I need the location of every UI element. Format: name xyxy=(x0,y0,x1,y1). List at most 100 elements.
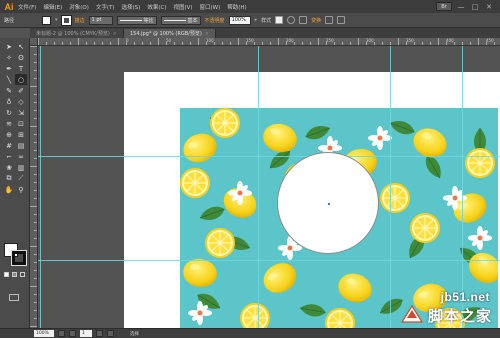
align-icon[interactable] xyxy=(299,16,308,24)
column-graph-icon[interactable]: ▥ xyxy=(15,162,27,173)
fill-dropdown-arrow-icon[interactable]: ▾ xyxy=(55,17,58,23)
menu-effect[interactable]: 效果(C) xyxy=(147,3,166,11)
paintbrush-icon[interactable]: ✎ xyxy=(3,85,15,96)
stroke-label[interactable]: 描边 xyxy=(75,17,85,24)
vertical-guide[interactable] xyxy=(462,46,463,328)
menu-edit[interactable]: 编辑(E) xyxy=(43,3,62,11)
menu-view[interactable]: 视图(V) xyxy=(173,3,192,11)
menu-help[interactable]: 帮助(H) xyxy=(227,3,246,11)
mesh-icon[interactable]: # xyxy=(3,140,15,151)
opacity-field[interactable]: 100% xyxy=(228,15,251,25)
last-artboard-button[interactable] xyxy=(107,330,114,337)
hand-tool-icon[interactable]: ✋ xyxy=(3,184,15,195)
none-mode-icon[interactable] xyxy=(20,272,25,277)
zoom-tool-icon[interactable]: ⚲ xyxy=(15,184,27,195)
artboard-tool-icon[interactable]: ⧉ xyxy=(3,173,15,184)
ruler-tick xyxy=(30,286,37,287)
ruler-tick xyxy=(54,42,55,45)
horizontal-ruler[interactable]: 0 50 100 150 200 250 300 350 400 450 xyxy=(38,38,500,46)
blob-brush-icon[interactable]: ♁ xyxy=(3,96,15,107)
menu-file[interactable]: 文件(F) xyxy=(18,3,36,11)
rotate-icon[interactable]: ↻ xyxy=(3,107,15,118)
ruler-number: 50 xyxy=(166,38,172,43)
lasso-icon[interactable]: ʘ xyxy=(15,52,27,63)
stroke-color-box[interactable] xyxy=(11,250,27,266)
blend-icon[interactable]: ∞ xyxy=(15,151,27,162)
shape-builder-icon[interactable]: ⊕ xyxy=(3,129,15,140)
direct-selection-tool-icon[interactable]: ↖ xyxy=(15,41,27,52)
ruler-tick xyxy=(70,42,71,45)
ruler-number: 150 xyxy=(246,38,254,43)
perspective-grid-icon[interactable]: ⊞ xyxy=(15,129,27,140)
ruler-tick xyxy=(30,326,37,327)
ruler-tick xyxy=(398,38,399,45)
horizontal-guide[interactable] xyxy=(38,156,500,157)
fill-color-swatch[interactable] xyxy=(42,15,52,25)
eraser-icon[interactable]: ◇ xyxy=(15,96,27,107)
bridge-button[interactable]: Br xyxy=(436,2,452,11)
stroke-weight-dropdown[interactable]: 1 pt xyxy=(88,15,113,25)
brush-definition-dropdown[interactable]: 基本 xyxy=(160,15,201,25)
tab-close-icon[interactable]: × xyxy=(205,31,209,37)
zoom-dropdown[interactable]: 100% xyxy=(34,330,54,337)
free-transform-icon[interactable]: ⊡ xyxy=(15,118,27,129)
pencil-icon[interactable]: ✐ xyxy=(15,85,27,96)
isolate-icon[interactable] xyxy=(325,16,334,24)
opacity-label[interactable]: 不透明度 xyxy=(205,17,225,24)
eyedropper-icon[interactable]: ⌐ xyxy=(3,151,15,162)
vertical-guide[interactable] xyxy=(40,46,41,328)
gradient-mode-icon[interactable] xyxy=(12,272,17,277)
tab-untitled-2[interactable]: 未标题-2 @ 100% (CMYK/预览) × xyxy=(30,29,124,38)
ruler-tick xyxy=(30,166,37,167)
ruler-tick xyxy=(34,62,37,63)
menu-type[interactable]: 文字(T) xyxy=(96,3,115,11)
magic-wand-icon[interactable]: ✧ xyxy=(3,52,15,63)
transform-label[interactable]: 变换 xyxy=(311,17,321,24)
artboard-number-field[interactable]: 1 xyxy=(80,330,92,337)
slice-icon[interactable]: ⟋ xyxy=(15,173,27,184)
canvas-area[interactable] xyxy=(38,46,500,328)
ellipse-tool-icon[interactable]: ○ xyxy=(15,74,27,85)
ruler-tick xyxy=(222,42,223,45)
tab-154-jpg[interactable]: 154.jpg* @ 100% (RGB/预览) × xyxy=(123,29,216,38)
menu-select[interactable]: 选择(S) xyxy=(122,3,141,11)
tab-close-icon[interactable]: × xyxy=(113,31,117,37)
gradient-icon[interactable]: ▤ xyxy=(15,140,27,151)
ruler-tick xyxy=(422,42,423,45)
panel-menu-icon[interactable] xyxy=(337,16,346,24)
selection-tool-icon[interactable]: ➤ xyxy=(3,41,15,52)
first-artboard-button[interactable] xyxy=(58,330,65,337)
width-tool-icon[interactable]: ≋ xyxy=(3,118,15,129)
vertical-ruler[interactable] xyxy=(30,46,38,328)
minimize-button[interactable]: — xyxy=(456,3,466,11)
type-tool-icon[interactable]: T xyxy=(15,63,27,74)
ruler-origin[interactable] xyxy=(30,38,38,46)
screen-mode-icon[interactable] xyxy=(9,294,19,301)
ruler-tick xyxy=(318,38,319,45)
line-tool-icon[interactable]: ╲ xyxy=(3,74,15,85)
ruler-tick xyxy=(350,42,351,45)
horizontal-guide[interactable] xyxy=(38,260,500,261)
vertical-guide[interactable] xyxy=(258,46,259,328)
next-artboard-button[interactable] xyxy=(96,330,103,337)
close-button[interactable]: ✕ xyxy=(484,3,494,11)
menu-window[interactable]: 窗口(W) xyxy=(200,3,221,11)
pen-tool-icon[interactable]: ✒ xyxy=(3,63,15,74)
vertical-guide[interactable] xyxy=(390,46,391,328)
ruler-tick xyxy=(38,38,39,45)
ruler-tick xyxy=(34,214,37,215)
symbol-sprayer-icon[interactable]: ❀ xyxy=(3,162,15,173)
maximize-button[interactable]: □ xyxy=(470,3,480,11)
opacity-arrow-icon[interactable]: ▸ xyxy=(255,17,258,23)
stroke-color-swatch[interactable] xyxy=(60,14,72,26)
ruler-tick xyxy=(358,38,359,45)
variable-width-profile-dropdown[interactable]: 等比 xyxy=(116,15,157,25)
ruler-tick xyxy=(34,158,37,159)
prev-artboard-button[interactable] xyxy=(69,330,76,337)
recolor-artwork-icon[interactable] xyxy=(287,16,296,24)
ruler-tick xyxy=(230,42,231,45)
menu-object[interactable]: 对象(O) xyxy=(69,3,89,11)
scale-icon[interactable]: ⇲ xyxy=(15,107,27,118)
graphic-style-swatch[interactable] xyxy=(275,16,284,24)
color-mode-icon[interactable] xyxy=(4,272,9,277)
